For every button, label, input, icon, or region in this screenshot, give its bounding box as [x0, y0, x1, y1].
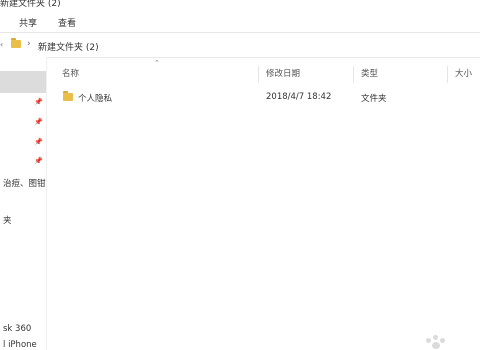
column-header-name[interactable]: 名称: [62, 67, 79, 81]
nav-item[interactable]: 夹: [3, 214, 12, 226]
nav-selected-item[interactable]: [0, 71, 46, 93]
folder-icon: [11, 38, 21, 48]
file-modified: 2018/4/7 18:42: [266, 92, 332, 102]
column-header-type[interactable]: 类型: [361, 67, 378, 81]
pin-icon[interactable]: 📌: [34, 138, 43, 146]
column-divider[interactable]: [353, 66, 354, 83]
ribbon: 共享 查看: [0, 10, 480, 33]
tab-view[interactable]: 查看: [58, 16, 76, 29]
window-title: 新建文件夹 (2): [0, 0, 61, 9]
pin-icon[interactable]: 📌: [34, 157, 43, 165]
folder-icon: [63, 91, 73, 101]
column-header-size[interactable]: 大小: [455, 67, 472, 81]
file-type: 文件夹: [361, 94, 387, 104]
chevron-right-icon[interactable]: ›: [27, 39, 31, 49]
navigation-pane: 📌 📌 📌 📌 治痘、图钳 夹 sk 360 l iPhone: [0, 57, 47, 350]
table-row[interactable]: 个人隐私 2018/4/7 18:42 文件夹: [47, 89, 480, 105]
column-divider[interactable]: [258, 66, 259, 83]
pin-icon[interactable]: 📌: [34, 118, 43, 126]
pin-icon[interactable]: 📌: [34, 98, 43, 106]
tab-share[interactable]: 共享: [19, 16, 37, 29]
column-header-modified[interactable]: 修改日期: [266, 67, 300, 81]
column-divider[interactable]: [447, 66, 448, 83]
file-list: ⌃ 名称 修改日期 类型 大小 个人隐私 2018/4/7 18:42 文件夹: [47, 57, 480, 350]
left-chevron-icon[interactable]: ‹: [0, 40, 3, 49]
title-bar: 新建文件夹 (2): [0, 0, 480, 10]
nav-item[interactable]: l iPhone: [3, 340, 37, 350]
watermark: [422, 334, 462, 350]
breadcrumb[interactable]: 新建文件夹 (2): [38, 40, 99, 53]
file-name[interactable]: 个人隐私: [78, 92, 112, 104]
sort-up-icon: ⌃: [154, 59, 160, 67]
nav-item[interactable]: sk 360: [3, 324, 31, 334]
address-bar[interactable]: ‹ › 新建文件夹 (2): [0, 33, 480, 58]
nav-item[interactable]: 治痘、图钳: [3, 177, 46, 189]
